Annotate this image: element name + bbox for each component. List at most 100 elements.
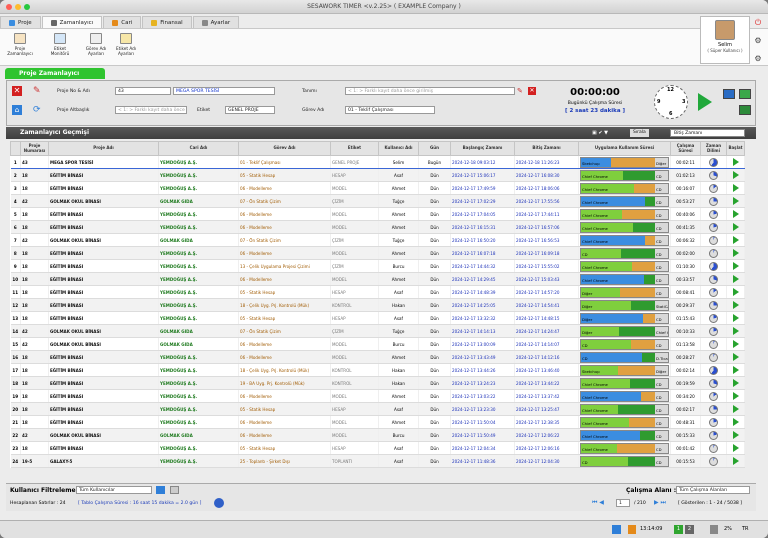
usage-segment[interactable]: CD [654,456,668,466]
start-play-icon[interactable] [732,249,739,257]
start-play-icon[interactable] [732,392,739,400]
usage-segment[interactable]: Chief Chrome [581,443,617,453]
usage-segment[interactable] [617,404,655,414]
usage-segment[interactable]: CD [654,287,668,297]
user-card[interactable]: Selim ( Süper Kullanıcı ) [700,16,750,64]
usage-segment[interactable]: CD [581,248,622,258]
table-row[interactable]: 14 42 GOLMAK OKUL BİNASI GOLMAK GIDA 07 - Ön… [10,324,745,338]
table-row[interactable]: 4 42 GOLMAK OKUL BİNASI GOLMAK GIDA 07 - Ön … [10,194,745,208]
usage-segment[interactable]: Chief Chrome [654,326,668,336]
eraser-icon[interactable]: ✎ [517,87,523,95]
usage-segment[interactable]: CD [654,313,668,323]
gear-icon[interactable]: ⚙ [752,54,764,64]
start-play-icon[interactable] [732,288,739,296]
usage-segment[interactable]: CD [654,274,668,284]
filter-apply-icon[interactable] [156,486,165,494]
start-play-icon[interactable] [732,366,739,374]
tab-zamanlayici[interactable]: Zamanlayıcı [41,16,103,28]
usage-segment[interactable]: CD [654,170,668,180]
usage-segment[interactable] [640,430,655,440]
usage-segment[interactable]: Diğer [581,313,643,323]
ribbon-etiket-adi-ayarlari[interactable]: Etiket Adı Ayarları [112,33,140,56]
ribbon-gorev-adi-ayarlari[interactable]: Görev Adı Ayarları [82,33,110,56]
column-header[interactable]: Başlangıç Zamanı [450,141,515,156]
usage-segment[interactable] [621,209,655,219]
column-header[interactable]: Cari Adı [158,141,239,156]
column-header[interactable]: Başlat [726,141,745,156]
etiket-select[interactable]: GENEL PROJE [225,106,275,114]
usage-segment[interactable] [631,300,655,310]
usage-segment[interactable]: CD [654,248,668,258]
start-play-icon[interactable] [732,431,739,439]
proje-no-field[interactable]: 43 [115,87,171,95]
usage-segment[interactable]: CD [654,443,668,453]
usage-segment[interactable]: Chief Chrome [581,274,644,284]
usage-segment[interactable] [644,235,655,245]
table-row[interactable]: 15 42 GOLMAK OKUL BİNASI GOLMAK GIDA 06 - Mo… [10,337,745,351]
column-header[interactable] [10,141,21,156]
altbaslik-field[interactable]: < 1: > Farklı kayıt daha önce ... [115,106,187,114]
usage-segment[interactable] [641,352,655,362]
usage-segment[interactable] [645,196,655,206]
usage-segment[interactable] [629,378,655,388]
start-play-icon[interactable] [732,379,739,387]
sort-select[interactable]: Bitiş Zamanı [670,129,745,137]
usage-segment[interactable]: Sketchup [581,157,612,167]
table-row[interactable]: 9 18 EĞİTİM BİNASI YEMDOĞUŞ A.Ş. 13 - Çelik … [10,259,745,273]
start-play-icon[interactable] [732,210,739,218]
table-row[interactable]: 20 18 EĞİTİM BİNASI YEMDOĞUŞ A.Ş. 05 - Stati… [10,402,745,416]
delete-icon[interactable]: ✕ [12,86,22,96]
usage-segment[interactable]: Diğer [654,365,668,375]
usage-segment[interactable] [620,287,655,297]
usage-segment[interactable]: Chief Chrome [581,430,641,440]
usage-segment[interactable]: Diğer [654,157,668,167]
usage-segment[interactable]: CD [654,183,668,193]
eraser-icon[interactable]: ✎ [33,86,45,96]
usage-segment[interactable] [630,339,655,349]
ribbon-etiket-monitoru[interactable]: Etiket Monitörü [46,33,74,56]
usage-segment[interactable]: Chief Chrome [581,378,630,388]
page-tab-proje-zamanlayici[interactable]: Proje Zamanlayıcı [5,68,105,79]
usage-segment[interactable]: Chief Chrome [581,222,634,232]
table-row[interactable]: 24 19-5 GALAXY-5 YEMDOĞUŞ A.Ş. 25 - Toplantı… [10,454,745,468]
screenshot-icon[interactable] [723,89,735,99]
usage-segment[interactable]: CD [654,391,668,401]
table-row[interactable]: 10 18 EĞİTİM BİNASI YEMDOĞUŞ A.Ş. 06 - Model… [10,272,745,286]
column-header[interactable]: Proje Adı [48,141,159,156]
start-play-icon[interactable] [732,262,739,270]
tab-proje[interactable]: Proje [0,16,41,28]
clear-icon[interactable]: ✕ [528,87,536,95]
zoom-traffic-light[interactable] [24,4,30,10]
start-play-icon[interactable] [732,184,739,192]
usage-segment[interactable]: StatiCAD [654,300,668,310]
gorev-select[interactable]: 01 - Teklif Çalışması [345,106,435,114]
table-row[interactable]: 22 42 GOLMAK OKUL BİNASI GOLMAK GIDA 06 - Mo… [10,428,745,442]
proje-adi-field[interactable]: MEGA SPOR TESİSİ [173,87,275,95]
usage-segment[interactable]: Diğer [581,300,632,310]
column-header[interactable]: Görev Adı [238,141,331,156]
gear-icon[interactable]: ⚙ [752,36,764,46]
usage-segment[interactable]: CD [581,456,628,466]
area-select[interactable]: Tüm Çalışma Alanları [676,486,750,494]
start-play-icon[interactable] [732,275,739,283]
play-button[interactable] [698,93,712,111]
usage-segment[interactable]: Chief Chrome [581,209,622,219]
start-play-icon[interactable] [732,223,739,231]
table-row[interactable]: 18 18 EĞİTİM BİNASI YEMDOĞUŞ A.Ş. 19 - BA Uy… [10,376,745,390]
usage-segment[interactable]: CD [654,261,668,271]
table-row[interactable]: 16 18 EĞİTİM BİNASI YEMDOĞUŞ A.Ş. 06 - Model… [10,350,745,364]
usage-segment[interactable]: Sketchup [581,365,619,375]
table-row[interactable]: 5 18 EĞİTİM BİNASI YEMDOĞUŞ A.Ş. 06 - Modell… [10,207,745,221]
usage-segment[interactable]: Chief Chrome [581,196,646,206]
sync-icon[interactable] [612,525,621,534]
usage-segment[interactable] [628,417,655,427]
usage-segment[interactable]: Chief Chrome [581,417,629,427]
table-row[interactable]: 11 18 EĞİTİM BİNASI YEMDOĞUŞ A.Ş. 05 - Stati… [10,285,745,299]
user-filter-select[interactable]: Tüm Kullanıcılar [76,486,152,494]
table-row[interactable]: 23 18 EĞİTİM BİNASI YEMDOĞUŞ A.Ş. 05 - Stati… [10,441,745,455]
usage-segment[interactable]: CD [654,339,668,349]
usage-segment[interactable]: CD [581,339,631,349]
start-play-icon[interactable] [732,327,739,335]
info-icon[interactable] [214,498,224,508]
start-play-icon[interactable] [732,236,739,244]
